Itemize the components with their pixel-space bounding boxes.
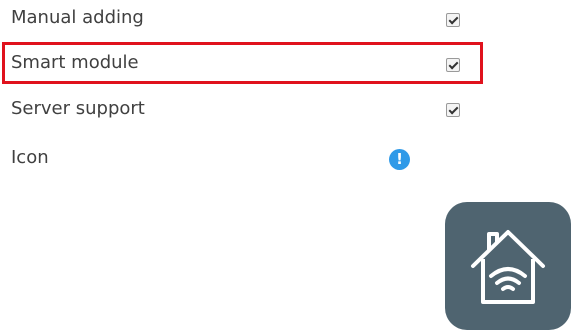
manual-adding-checkbox[interactable] — [446, 13, 460, 27]
icon-label: Icon — [11, 147, 49, 168]
app-icon-preview[interactable] — [445, 202, 571, 330]
info-icon[interactable]: ! — [389, 149, 410, 170]
server-support-checkbox[interactable] — [446, 103, 460, 117]
smart-home-wifi-icon — [471, 230, 545, 304]
smart-module-checkbox[interactable] — [446, 58, 460, 72]
smart-module-label: Smart module — [11, 52, 139, 73]
manual-adding-label: Manual adding — [11, 7, 144, 28]
server-support-label: Server support — [11, 98, 145, 119]
